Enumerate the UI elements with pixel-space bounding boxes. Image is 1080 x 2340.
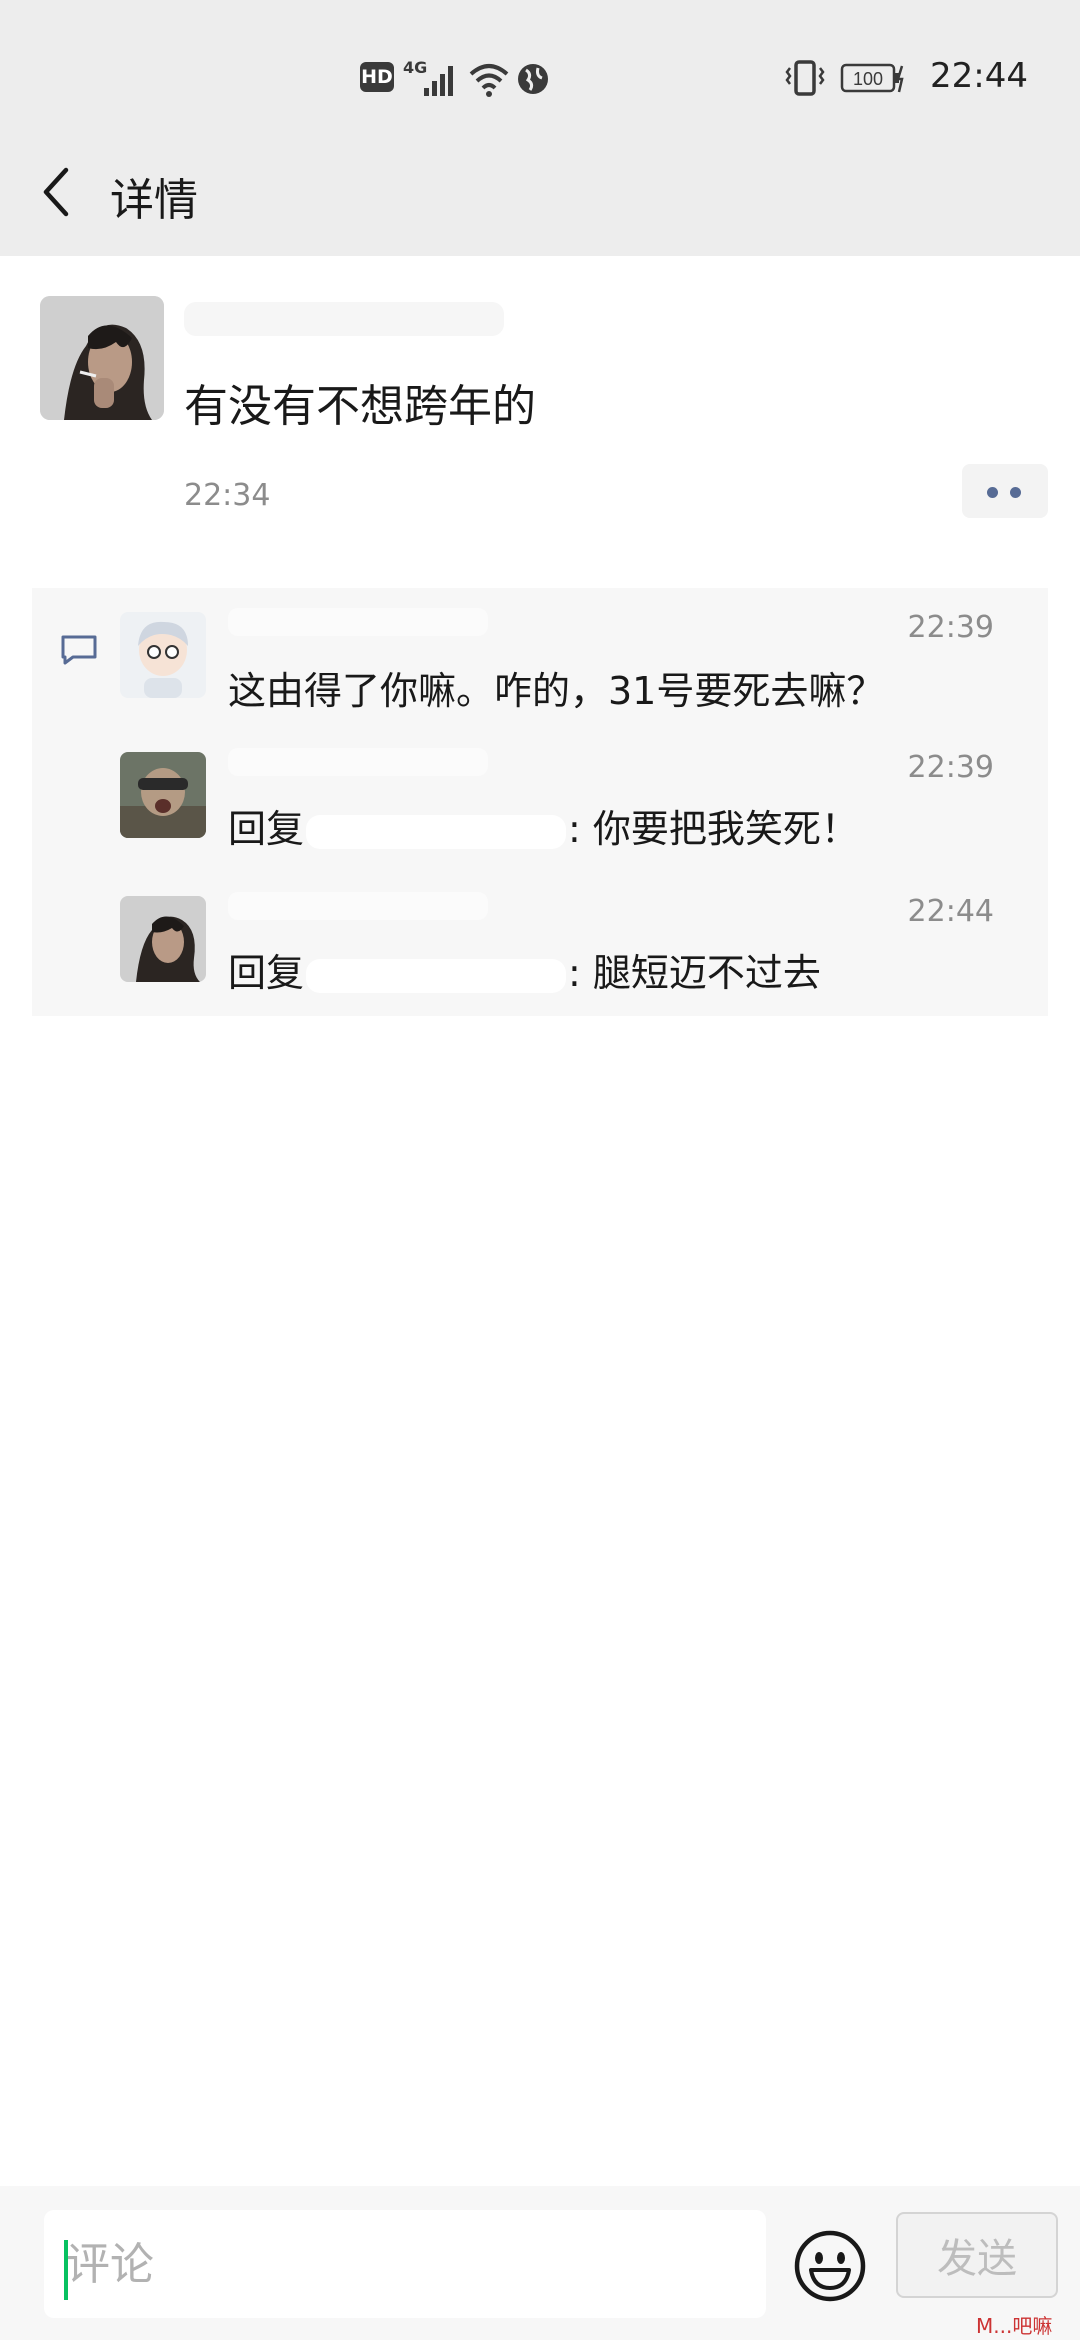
post-time: 22:34 <box>184 478 271 513</box>
commenter-avatar[interactable] <box>120 612 206 698</box>
comment-text: 这由得了你嘛。咋的，31号要死去嘛？ <box>228 669 885 713</box>
comment-section: 22:39 这由得了你嘛。咋的，31号要死去嘛？ 22:39 回复 : 你要把我笑… <box>32 588 1048 1016</box>
reply-prefix: 回复 <box>228 951 305 995</box>
globe-icon <box>518 64 548 94</box>
comment-item[interactable]: 22:44 回复 : 腿短迈不过去 <box>32 874 1048 1014</box>
comment-text: 回复 : 腿短迈不过去 <box>228 942 821 997</box>
comment-item[interactable]: 22:39 这由得了你嘛。咋的，31号要死去嘛？ <box>32 588 1048 728</box>
more-dots-icon <box>1010 487 1021 498</box>
comment-time: 22:39 <box>907 750 994 785</box>
reply-content: : 你要把我笑死！ <box>568 807 859 851</box>
reply-prefix: 回复 <box>228 807 305 851</box>
clock: 22:44 <box>930 56 1028 96</box>
comment-input-bar: 发送 <box>0 2186 1080 2340</box>
comment-item[interactable]: 22:39 回复 : 你要把我笑死！ <box>32 730 1048 870</box>
status-bar: HD 4G 100 22:44 <box>0 52 1080 108</box>
commenter-name[interactable] <box>228 748 488 776</box>
text-caret <box>64 2240 68 2300</box>
top-bar: HD 4G 100 22:44 详情 <box>0 0 1080 256</box>
commenter-name[interactable] <box>228 608 488 636</box>
reply-target-name[interactable] <box>306 814 567 849</box>
comment-input[interactable] <box>44 2210 766 2318</box>
battery-icon: 100 <box>840 63 904 93</box>
hd-badge: HD <box>360 62 394 92</box>
watermark: M...吧嘛 <box>976 2314 1053 2338</box>
comment-time: 22:44 <box>907 894 994 929</box>
emoji-icon[interactable] <box>792 2228 868 2304</box>
comment-text: 回复 : 你要把我笑死！ <box>228 798 859 853</box>
reply-content: : 腿短迈不过去 <box>568 951 821 995</box>
post-author-name[interactable] <box>184 302 504 336</box>
post-author-avatar[interactable] <box>40 296 164 420</box>
reply-target-name[interactable] <box>306 958 567 993</box>
more-dots-icon <box>987 487 998 498</box>
comment-time: 22:39 <box>907 610 994 645</box>
signal-icon <box>424 66 453 96</box>
post-text: 有没有不想跨年的 <box>184 381 536 432</box>
commenter-avatar[interactable] <box>120 752 206 838</box>
commenter-avatar[interactable] <box>120 896 206 982</box>
wifi-icon <box>469 64 509 97</box>
more-button[interactable] <box>962 464 1048 518</box>
commenter-name[interactable] <box>228 892 488 920</box>
vibrate-icon <box>785 60 825 96</box>
page-title: 详情 <box>110 175 198 226</box>
page-header: 详情 <box>0 150 1080 236</box>
back-icon[interactable] <box>36 162 76 222</box>
battery-level: 100 <box>853 69 883 89</box>
send-button[interactable]: 发送 <box>896 2212 1058 2298</box>
